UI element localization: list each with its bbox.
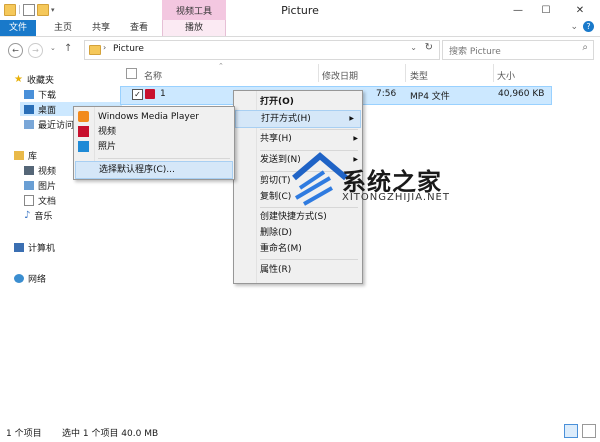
recent-icon xyxy=(24,119,34,129)
tab-home[interactable]: 主页 xyxy=(48,20,78,36)
status-bar: 1 个项目 选中 1 个项目 40.0 MB xyxy=(0,418,600,442)
column-header-date[interactable]: 修改日期 xyxy=(322,69,358,82)
folder-icon xyxy=(89,45,101,55)
menu-item-properties[interactable]: 属性(R) xyxy=(260,262,291,278)
recent-locations-icon[interactable]: ⌄ xyxy=(50,44,56,52)
menu-item-open[interactable]: 打开(O) xyxy=(260,94,294,110)
nav-item-music[interactable]: ♪ 音乐 xyxy=(24,208,52,222)
file-date: 7:56 xyxy=(376,89,397,99)
menu-item-share[interactable]: 共享(H) ▶ xyxy=(260,131,358,147)
search-input[interactable]: 搜索 Picture xyxy=(449,44,501,57)
open-with-video[interactable]: 视频 xyxy=(98,124,116,140)
file-checkbox[interactable]: ✓ xyxy=(132,89,143,100)
photos-app-icon xyxy=(78,141,89,152)
select-all-checkbox[interactable] xyxy=(126,68,137,79)
tab-file[interactable]: 文件 xyxy=(0,20,36,36)
status-selection: 选中 1 个项目 40.0 MB xyxy=(62,429,159,439)
address-path[interactable]: Picture xyxy=(113,44,144,54)
back-button[interactable]: ← xyxy=(8,43,23,58)
nav-item-recent[interactable]: 最近访问 xyxy=(24,117,74,131)
watermark-emblem-icon xyxy=(292,152,348,206)
menu-item-copy[interactable]: 复制(C) xyxy=(260,189,291,205)
open-with-photos[interactable]: 照片 xyxy=(98,139,116,155)
column-header-name[interactable]: 名称 xyxy=(144,69,162,82)
file-name[interactable]: 1 xyxy=(160,89,166,99)
submenu-arrow-icon: ▶ xyxy=(349,115,354,122)
computer-icon xyxy=(14,242,24,252)
column-divider[interactable] xyxy=(318,64,319,82)
choose-default-program[interactable]: 选择默认程序(C)... xyxy=(75,161,233,179)
star-icon: ★ xyxy=(14,73,23,85)
watermark-logo: 系统之家 XITONGZHIJIA.NET xyxy=(290,148,470,218)
details-view-icon[interactable] xyxy=(564,424,578,438)
column-header-size[interactable]: 大小 xyxy=(497,69,515,82)
menu-item-cut[interactable]: 剪切(T) xyxy=(260,173,291,189)
address-dropdown-icon[interactable]: ⌄ xyxy=(410,43,417,52)
windows-media-player-icon xyxy=(78,111,89,122)
menu-item-delete[interactable]: 删除(D) xyxy=(260,225,292,241)
column-divider[interactable] xyxy=(405,64,406,82)
window-controls: — ☐ ✕ xyxy=(504,0,600,20)
status-item-count: 1 个项目 xyxy=(6,429,42,439)
expand-ribbon-icon[interactable]: ⌄ xyxy=(570,22,578,32)
menu-separator xyxy=(260,129,358,130)
column-header-type[interactable]: 类型 xyxy=(410,69,428,82)
sort-ascending-icon: ⌃ xyxy=(218,62,224,70)
tab-share[interactable]: 共享 xyxy=(86,20,116,36)
video-app-icon xyxy=(78,126,89,137)
desktop-icon xyxy=(24,104,34,114)
tab-view[interactable]: 查看 xyxy=(124,20,154,36)
open-with-windows-media-player[interactable]: Windows Media Player xyxy=(98,109,199,125)
file-size: 40,960 KB xyxy=(498,89,545,99)
column-divider[interactable] xyxy=(493,64,494,82)
nav-item-computer[interactable]: 计算机 xyxy=(14,240,55,254)
breadcrumb-separator-icon[interactable]: › xyxy=(103,43,106,52)
video-library-icon xyxy=(24,165,34,175)
nav-item-documents[interactable]: 文档 xyxy=(24,193,56,207)
menu-item-open-with[interactable]: 打开方式(H) ▶ xyxy=(235,110,361,128)
search-icon[interactable]: ⌕ xyxy=(582,42,588,53)
nav-item-network[interactable]: 网络 xyxy=(14,271,46,285)
pictures-library-icon xyxy=(24,180,34,190)
menu-separator xyxy=(260,259,358,260)
refresh-icon[interactable]: ↻ xyxy=(425,42,433,53)
video-file-icon xyxy=(145,89,155,99)
close-button[interactable]: ✕ xyxy=(560,0,600,20)
nav-item-pictures[interactable]: 图片 xyxy=(24,178,56,192)
watermark-subtitle: XITONGZHIJIA.NET xyxy=(342,192,450,203)
open-with-submenu: Windows Media Player 视频 照片 选择默认程序(C)... xyxy=(73,106,235,180)
menu-separator xyxy=(98,158,230,159)
forward-button[interactable]: → xyxy=(28,43,43,58)
nav-item-libraries[interactable]: 库 xyxy=(14,148,37,162)
file-type: MP4 文件 xyxy=(410,92,450,102)
minimize-button[interactable]: — xyxy=(504,0,532,20)
help-icon[interactable]: ? xyxy=(583,21,594,32)
maximize-button[interactable]: ☐ xyxy=(532,0,560,20)
nav-item-favorites[interactable]: ★ 收藏夹 xyxy=(14,72,54,86)
download-folder-icon xyxy=(24,89,34,99)
up-button[interactable]: ↑ xyxy=(64,43,72,54)
library-icon xyxy=(14,150,24,160)
network-icon xyxy=(14,273,24,283)
nav-item-videos[interactable]: 视频 xyxy=(24,163,56,177)
music-library-icon: ♪ xyxy=(24,209,31,221)
address-bar[interactable]: › Picture ⌄ ↻ xyxy=(84,40,440,60)
tab-play[interactable]: 播放 xyxy=(162,20,226,36)
search-box[interactable]: 搜索 Picture ⌕ xyxy=(442,40,594,60)
large-icons-view-icon[interactable] xyxy=(582,424,596,438)
nav-item-downloads[interactable]: 下载 xyxy=(24,87,56,101)
menu-item-rename[interactable]: 重命名(M) xyxy=(260,241,302,257)
submenu-arrow-icon: ▶ xyxy=(353,135,358,142)
documents-library-icon xyxy=(24,194,34,206)
